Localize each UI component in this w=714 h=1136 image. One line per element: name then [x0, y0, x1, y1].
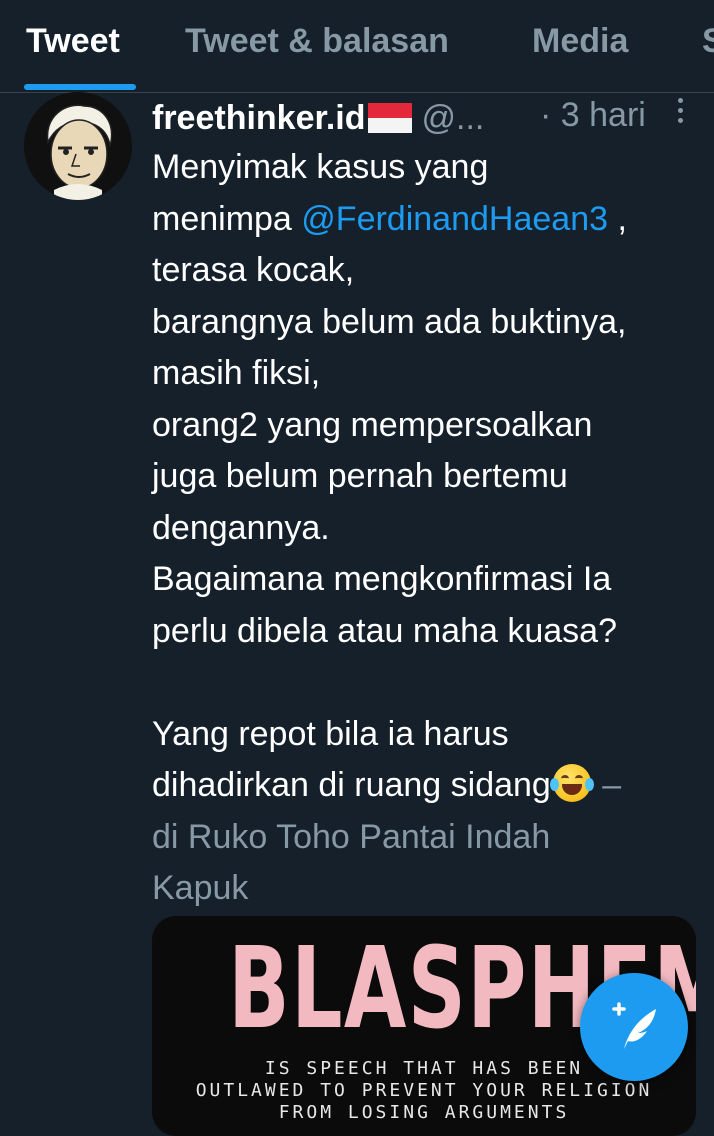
mention-link[interactable]: @FerdinandHaean3	[301, 200, 608, 238]
tweet-line: dihadirkan di ruang sidang –	[152, 760, 702, 812]
avatar[interactable]	[24, 92, 132, 200]
compose-tweet-button[interactable]	[580, 973, 688, 1081]
media-subtitle-line: FROM LOSING ARGUMENTS	[278, 1102, 570, 1123]
laughing-tears-emoji-icon	[549, 764, 594, 802]
tweet-line: masih fiksi,	[152, 354, 321, 392]
tweet-header: freethinker.id @...	[152, 96, 484, 140]
tweet-line: juga belum pernah bertemu	[152, 457, 568, 495]
display-name[interactable]: freethinker.id	[152, 99, 366, 138]
tweet-text: Menyimak kasus yang menimpa @FerdinandHa…	[152, 142, 702, 915]
tweet-line: dengannya.	[152, 508, 330, 547]
location-separator: –	[592, 766, 622, 804]
profile-tabs: Tweet Tweet & balasan Media S	[0, 0, 714, 93]
compose-tweet-icon	[612, 1002, 656, 1049]
avatar-caricature	[24, 92, 132, 200]
location-line[interactable]: Kapuk	[152, 863, 702, 915]
tweet-line: terasa kocak,	[152, 251, 355, 289]
media-title-text: BLASPHEMY	[228, 924, 696, 1054]
more-options-icon[interactable]	[672, 96, 688, 126]
tweet-line: menimpa @FerdinandHaean3 ,	[152, 194, 702, 246]
location-line[interactable]: di Ruko Toho Pantai Indah	[152, 812, 702, 864]
tweet-line: orang2 yang mempersoalkan	[152, 405, 593, 444]
tab-media[interactable]: Media	[532, 22, 628, 61]
mention-suffix: ,	[608, 199, 627, 238]
tweet-line-text: dihadirkan di ruang sidang	[152, 766, 551, 804]
active-tab-indicator	[24, 84, 136, 90]
media-subtitle-line: OUTLAWED TO PREVENT YOUR RELIGION	[195, 1080, 653, 1101]
tab-tweet-replies[interactable]: Tweet & balasan	[185, 22, 449, 61]
tweet-time[interactable]: · 3 hari	[540, 96, 646, 135]
tweet-line-text: menimpa	[152, 199, 292, 238]
tweet-line: Yang repot bila ia harus	[152, 714, 509, 753]
tweet-line: Menyimak kasus yang	[152, 148, 489, 186]
tweet-line: perlu dibela atau maha kuasa?	[152, 611, 617, 650]
tab-likes[interactable]: S	[702, 22, 714, 61]
tweet-line: Bagaimana mengkonfirmasi Ia	[152, 560, 612, 598]
user-handle[interactable]: @...	[422, 99, 485, 138]
indonesia-flag-icon	[367, 103, 412, 133]
tweet-line: barangnya belum ada buktinya,	[152, 302, 627, 341]
tab-tweet[interactable]: Tweet	[26, 22, 120, 61]
